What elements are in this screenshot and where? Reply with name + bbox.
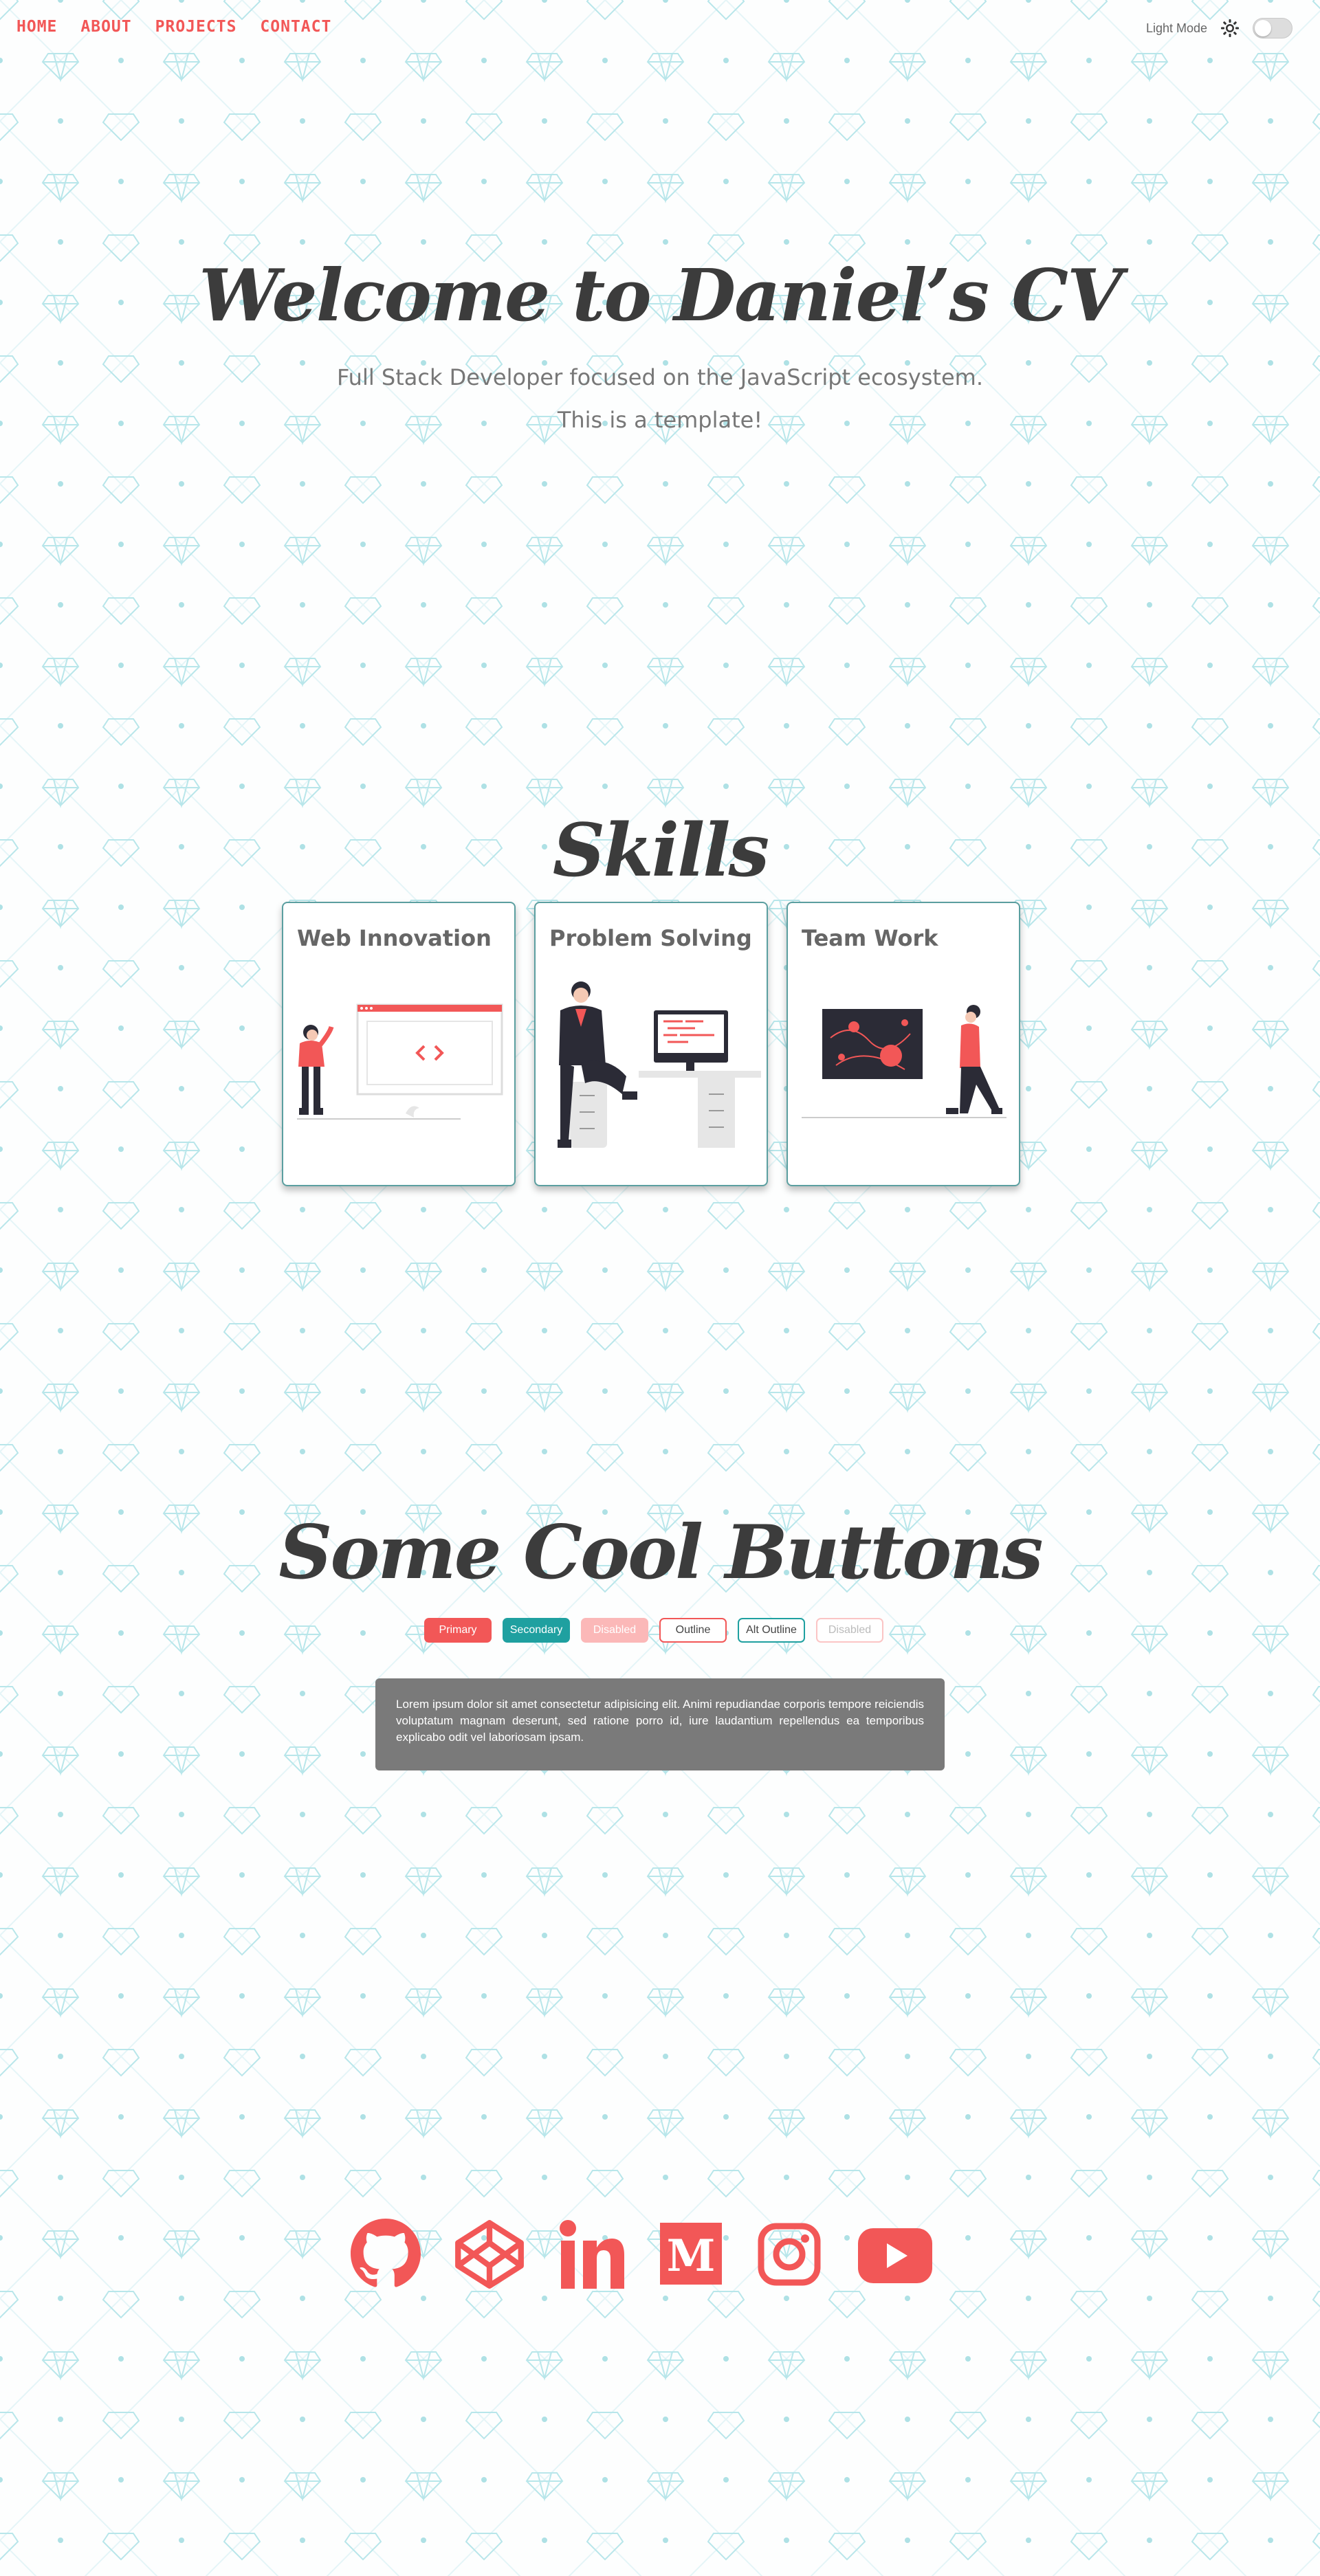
skill-card-title: Team Work	[802, 925, 938, 951]
medium-icon[interactable]: M	[660, 2219, 722, 2287]
sun-icon	[1221, 19, 1239, 37]
skill-card-team-work: Team Work	[786, 902, 1020, 1186]
svg-text:M: M	[667, 2230, 716, 2282]
instagram-icon[interactable]	[758, 2219, 821, 2289]
disabled-outline-button: Disabled	[816, 1618, 883, 1643]
social-links: M	[0, 2219, 1320, 2290]
problem-solving-illustration	[558, 981, 761, 1148]
buttons-title: Some Cool Buttons	[278, 1509, 1043, 1596]
youtube-icon[interactable]	[858, 2219, 932, 2286]
theme-mode-control: Light Mode	[1146, 18, 1292, 38]
theme-toggle[interactable]	[1253, 18, 1292, 38]
outline-button[interactable]: Outline	[659, 1618, 727, 1643]
skill-card-web-innovation: Web Innovation	[282, 902, 516, 1186]
primary-button[interactable]: Primary	[424, 1618, 492, 1643]
nav-links: HOME ABOUT PROJECTS CONTACT	[16, 18, 331, 36]
nav-about-link[interactable]: ABOUT	[80, 18, 131, 36]
nav-home-link[interactable]: HOME	[16, 18, 57, 36]
skill-card-title: Problem Solving	[549, 925, 752, 951]
nav-contact-link[interactable]: CONTACT	[260, 18, 331, 36]
hero-note: This is a template!	[557, 407, 763, 433]
github-icon[interactable]	[351, 2219, 421, 2291]
linkedin-icon[interactable]	[558, 2219, 624, 2293]
hero-subtitle: Full Stack Developer focused on the Java…	[337, 364, 983, 390]
lorem-text-box: Lorem ipsum dolor sit amet consectetur a…	[375, 1678, 945, 1770]
hero-title: Welcome to Daniel’s CV	[199, 253, 1123, 337]
skill-card-problem-solving: Problem Solving	[534, 902, 768, 1186]
demo-button-row: Primary Secondary Disabled Outline Alt O…	[424, 1618, 883, 1643]
top-nav: HOME ABOUT PROJECTS CONTACT Light Mode	[0, 0, 1320, 60]
mode-label: Light Mode	[1145, 21, 1207, 35]
skills-title: Skills	[552, 807, 769, 893]
skill-card-title: Web Innovation	[297, 925, 492, 951]
codepen-icon[interactable]	[454, 2219, 525, 2293]
web-innovation-illustration	[297, 1003, 503, 1120]
secondary-button[interactable]: Secondary	[503, 1618, 570, 1643]
disabled-button: Disabled	[581, 1618, 648, 1643]
nav-projects-link[interactable]: PROJECTS	[155, 18, 237, 36]
team-work-illustration	[802, 1005, 1006, 1118]
alt-outline-button[interactable]: Alt Outline	[738, 1618, 805, 1643]
